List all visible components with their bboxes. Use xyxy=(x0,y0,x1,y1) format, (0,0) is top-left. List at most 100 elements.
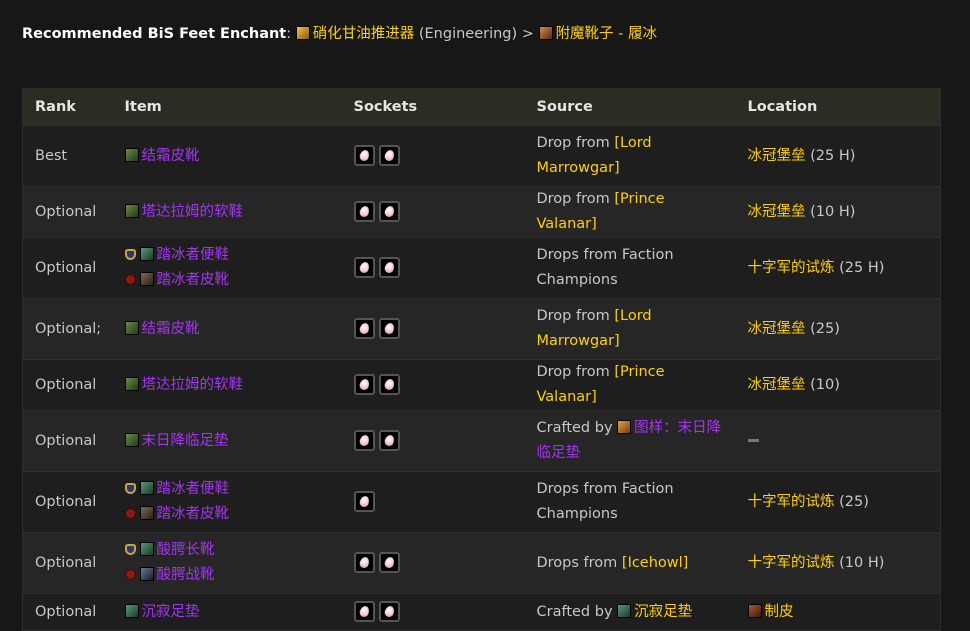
item-link[interactable]: 沉寂足垫 xyxy=(142,604,200,620)
sockets-cell xyxy=(341,125,525,187)
location-suffix: (25) xyxy=(834,493,869,510)
gem-socket-icon[interactable] xyxy=(353,552,375,573)
source-text: Drops from Faction Champions xyxy=(536,481,674,522)
profession-label: (Engineering) xyxy=(418,26,518,42)
boot-enchant-icon xyxy=(538,26,553,40)
item-line: 末日降临足垫 xyxy=(124,429,330,454)
gem-socket-icon[interactable] xyxy=(353,430,375,451)
boot-teal-icon xyxy=(139,247,154,261)
alliance-faction-icon xyxy=(124,483,136,494)
gem-socket-icon[interactable] xyxy=(378,257,400,278)
gem-socket-icon[interactable] xyxy=(353,491,375,512)
gem-socket-icon[interactable] xyxy=(378,201,400,222)
item-cell: 沉寂足垫 xyxy=(112,593,342,631)
item-cell: 塔达拉姆的软鞋 xyxy=(112,359,342,411)
location-cell: 十字军的试炼 (25 H) xyxy=(735,237,941,299)
source-text: Crafted by xyxy=(536,420,618,436)
source-text: Drop from xyxy=(536,364,615,380)
location-cell: 冰冠堡垒 (25 H) xyxy=(735,125,941,187)
boot-green-icon xyxy=(124,432,139,447)
item-link[interactable]: 塔达拉姆的软鞋 xyxy=(142,377,244,393)
location-link[interactable]: 冰冠堡垒 xyxy=(748,321,806,337)
rank-cell: Optional xyxy=(22,532,113,594)
gem-socket-icon[interactable] xyxy=(353,145,375,166)
gem-socket-icon[interactable] xyxy=(353,601,375,622)
gem-socket-icon[interactable] xyxy=(353,201,375,222)
location-link[interactable]: 冰冠堡垒 xyxy=(748,204,806,220)
bis-feet-table: Rank Item Sockets Source Location Best 结霜… xyxy=(22,88,941,631)
sockets-cell xyxy=(341,532,525,594)
location-link[interactable]: 冰冠堡垒 xyxy=(748,377,806,393)
hide-icon xyxy=(747,603,762,618)
gem-socket-icon[interactable] xyxy=(378,430,400,451)
location-cell: 冰冠堡垒 (10) xyxy=(735,359,941,411)
recipe-icon xyxy=(617,420,632,434)
source-link[interactable]: 沉寂足垫 xyxy=(634,604,692,620)
sockets-cell xyxy=(341,593,525,631)
item-link[interactable]: 踏冰者便鞋 xyxy=(157,481,230,497)
col-header-sockets: Sockets xyxy=(341,88,525,126)
item-cell: 酸腭长靴 酸腭战靴 xyxy=(112,532,342,594)
gem-socket-icon[interactable] xyxy=(378,552,400,573)
item-cell: 塔达拉姆的软鞋 xyxy=(112,186,342,238)
boot-green-icon xyxy=(124,203,139,218)
table-row: Optional; 结霜皮靴 Drop from [Lord Marrowgar] 冰… xyxy=(22,298,941,360)
location-link[interactable]: 制皮 xyxy=(765,604,794,620)
rank-cell: Optional xyxy=(22,359,113,411)
item-link[interactable]: 酸腭战靴 xyxy=(157,567,215,583)
gem-socket-icon[interactable] xyxy=(378,145,400,166)
boot-green-icon xyxy=(124,147,139,162)
location-link[interactable]: 冰冠堡垒 xyxy=(748,148,806,164)
location-cell: 制皮 xyxy=(735,593,941,631)
rank-cell: Optional xyxy=(22,593,113,631)
table-row: Optional 踏冰者便鞋 踏冰者皮靴 Drops from Faction Cha… xyxy=(22,471,941,533)
item-cell: 末日降临足垫 xyxy=(112,410,342,472)
enchant-link[interactable]: 硝化甘油推进器 xyxy=(313,26,415,42)
boot-teal-icon xyxy=(139,542,154,556)
alt-enchant-link[interactable]: 附魔靴子 - 履冰 xyxy=(556,26,657,42)
source-text: Drop from xyxy=(536,308,615,324)
gem-socket-icon[interactable] xyxy=(378,318,400,339)
gem-socket-icon[interactable] xyxy=(353,318,375,339)
source-text: Drop from xyxy=(536,191,615,207)
enchant-icon xyxy=(295,26,310,40)
item-link[interactable]: 踏冰者皮靴 xyxy=(157,506,230,522)
source-link[interactable]: [Icehowl] xyxy=(622,555,688,571)
boot-blue-icon xyxy=(139,567,154,581)
item-link[interactable]: 踏冰者便鞋 xyxy=(157,247,230,263)
item-link[interactable]: 塔达拉姆的软鞋 xyxy=(142,204,244,220)
gem-socket-icon[interactable] xyxy=(378,374,400,395)
location-link[interactable]: 十字军的试炼 xyxy=(748,494,835,510)
item-cell: 踏冰者便鞋踏冰者皮靴 xyxy=(112,471,342,533)
item-line: 结霜皮靴 xyxy=(124,317,330,342)
rank-cell: Optional xyxy=(22,410,113,472)
sockets-cell xyxy=(341,237,525,299)
alliance-faction-icon xyxy=(124,249,136,260)
gem-socket-icon[interactable] xyxy=(353,374,375,395)
item-link[interactable]: 踏冰者皮靴 xyxy=(157,272,230,288)
gem-socket-icon[interactable] xyxy=(378,601,400,622)
gem-socket-icon[interactable] xyxy=(353,257,375,278)
table-row: Optional 酸腭长靴 酸腭战靴 Drops from [Icehowl] 十字军的… xyxy=(22,532,941,594)
table-row: Optional 塔达拉姆的软鞋 Drop from [Prince Valanar… xyxy=(22,186,941,238)
horde-faction-icon xyxy=(124,274,136,285)
item-link[interactable]: 酸腭长靴 xyxy=(157,542,215,558)
location-suffix: (25) xyxy=(805,320,840,337)
location-cell: 冰冠堡垒 (10 H) xyxy=(735,186,941,238)
table-row: Optional 踏冰者便鞋 踏冰者皮靴 Drops from Faction Cha… xyxy=(22,237,941,299)
location-link[interactable]: 十字军的试炼 xyxy=(748,555,835,571)
location-suffix: (25 H) xyxy=(834,259,885,276)
item-line: 踏冰者便鞋 xyxy=(124,477,330,502)
alliance-faction-icon xyxy=(124,544,136,555)
location-link[interactable]: 十字军的试炼 xyxy=(748,260,835,276)
item-link[interactable]: 结霜皮靴 xyxy=(142,148,200,164)
item-link[interactable]: 末日降临足垫 xyxy=(142,433,229,449)
col-header-rank: Rank xyxy=(22,88,113,126)
item-line: 踏冰者皮靴 xyxy=(124,268,330,293)
rank-cell: Optional xyxy=(22,186,113,238)
source-text: Drops from Faction Champions xyxy=(536,247,674,288)
sockets-cell xyxy=(341,410,525,472)
item-link[interactable]: 结霜皮靴 xyxy=(142,321,200,337)
location-cell: 十字军的试炼 (10 H) xyxy=(735,532,941,594)
sockets-cell xyxy=(341,298,525,360)
